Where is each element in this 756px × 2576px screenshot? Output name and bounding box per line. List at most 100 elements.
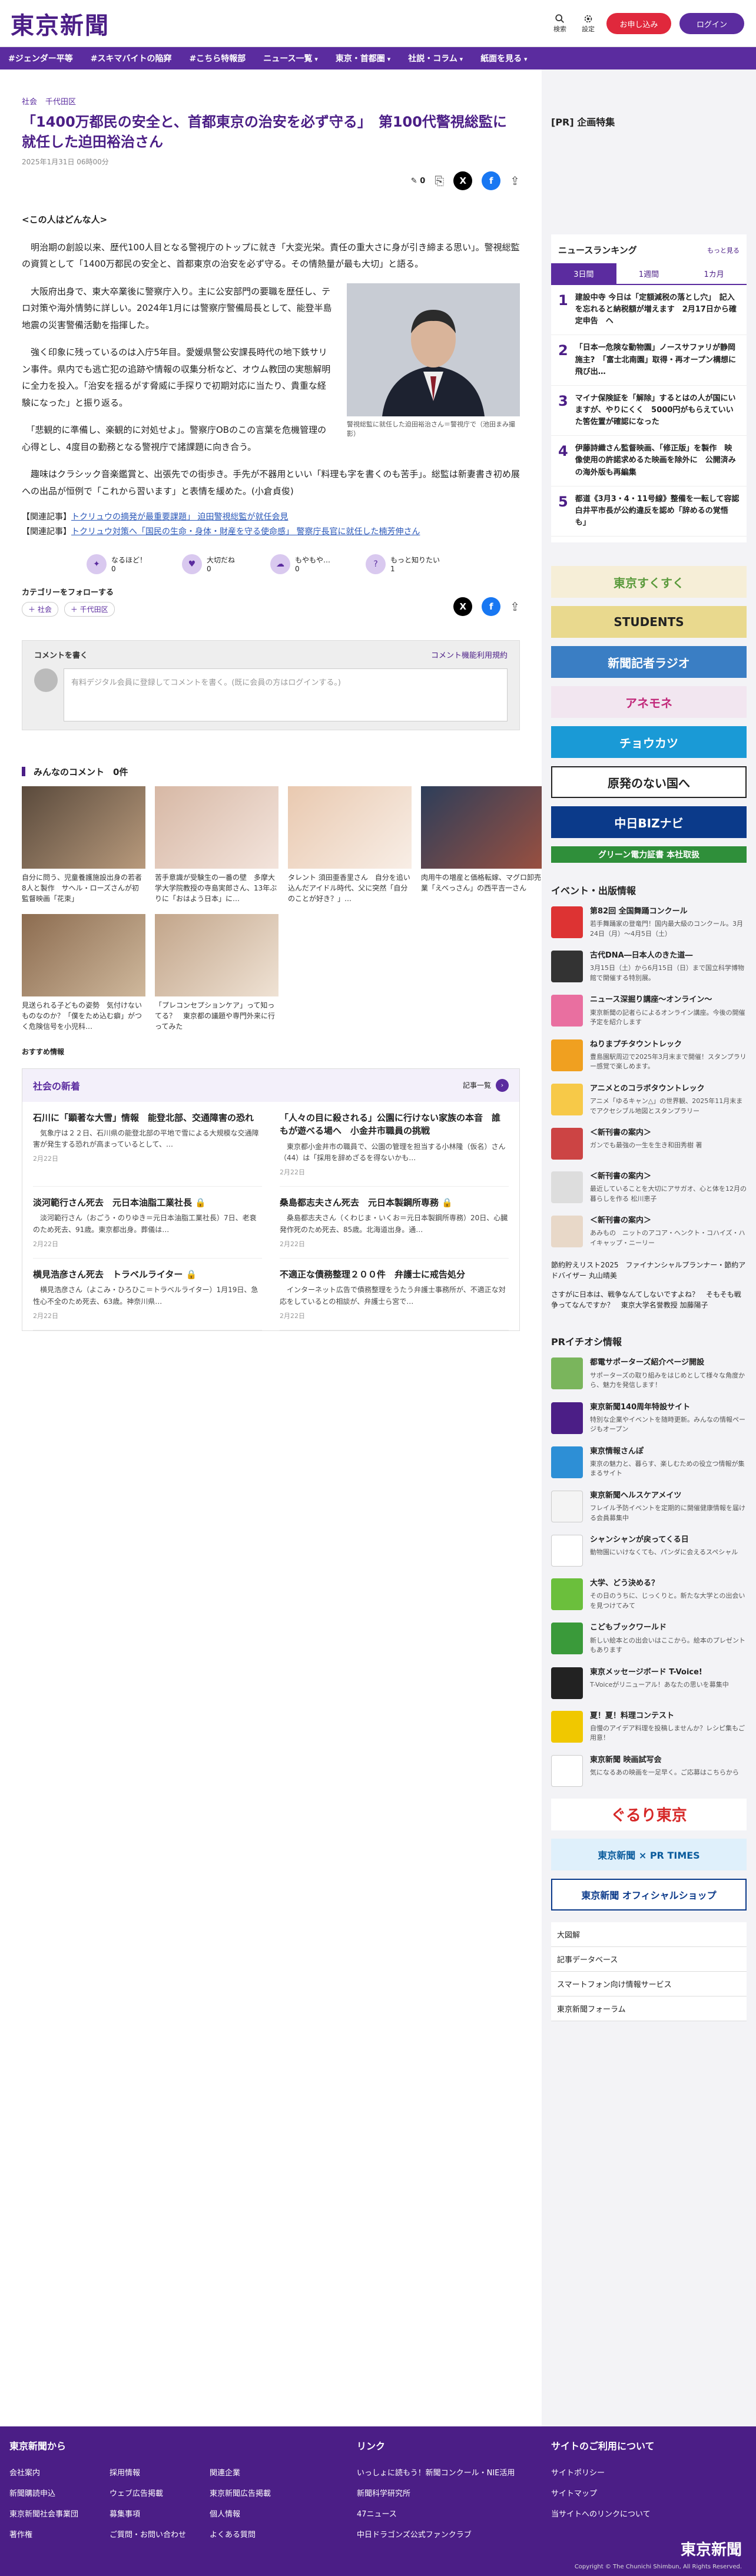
news-item[interactable]: 石川に「顕著な大雪」情報 能登北部、交通障害の恐れ 気象庁は２２日、石川県の能登… (33, 1102, 262, 1187)
pr-item[interactable]: シャンシャンが戻ってくる日 動物園にいけなくても、パンダに会えるスペシャル (551, 1535, 747, 1567)
share-icon[interactable]: ⇪ (510, 600, 520, 614)
grid-card[interactable]: 苦手意識が受験生の一番の壁 多摩大学大学院教授の寺島実郎さん、13年ぶりに「おは… (155, 786, 278, 905)
nav-item-tokyo[interactable]: 東京・首都圏 (336, 52, 390, 64)
reaction-taisetsu[interactable]: ♥ 大切だね 0 (182, 554, 235, 574)
reaction-moyamoya[interactable]: ☁ もやもや… 0 (270, 554, 330, 574)
nav-item-gender[interactable]: #ジェンダー平等 (8, 52, 73, 64)
pr-item[interactable]: 東京新聞ヘルスケアメイツ フレイル予防イベントを定期的に開催健康情報を届ける会員募… (551, 1490, 747, 1523)
news-item[interactable]: 桑島都志夫さん死去 元日本製鋼所専務 🔒 桑島都志夫さん（くわじま・いくお＝元日… (280, 1187, 509, 1259)
share-icon[interactable]: ⇪ (510, 174, 520, 188)
footer-link[interactable]: ウェブ広告掲載 (110, 2487, 210, 2498)
sidebar-link[interactable]: 東京新聞フォーラム (551, 1996, 747, 2021)
pr-item[interactable]: 東京情報さんぽ 東京の魅力と、暮らす、楽しむための役立つ情報が集まるサイト (551, 1446, 747, 1479)
event-item[interactable]: アニメとのコラボタウントレック アニメ「ゆるキャン△」の世界観、2025年11月末… (551, 1083, 747, 1116)
grid-card[interactable]: 「プレコンセプションケア」って知ってる？ 東京都の議題や専門外来に行ってみた (155, 913, 278, 1032)
facebook-share-icon[interactable]: f (482, 597, 501, 617)
footer-link[interactable]: サイトポリシー (551, 2466, 740, 2478)
footer-link[interactable]: 東京新聞広告掲載 (210, 2487, 310, 2498)
news-item[interactable]: 「人々の目に殺される」公園に行けない家族の本音 誰もが遊べる場へ 小金井市職員の… (280, 1102, 509, 1187)
event-item[interactable]: ＜新刊書の案内＞ あみもの ニットのアコア・ヘンクト・コハイズ・ハイキャップ・ニー… (551, 1216, 747, 1248)
footer-link[interactable]: 会社案内 (9, 2466, 110, 2478)
book-link[interactable]: 節約貯えリスト2025 ファイナンシャルプランナー・節約アドバイザー 丸山晴美 (551, 1260, 747, 1281)
news-item[interactable]: 不適正な債務整理２００件 弁護士に戒告処分 インターネット広告で債務整理をうたう… (280, 1259, 509, 1330)
pr-item[interactable]: こどもブックワールド 新しい絵本との出会いはここから。絵本のプレゼントもあります (551, 1623, 747, 1655)
footer-link[interactable]: サイトマップ (551, 2487, 740, 2498)
ad-banner[interactable]: グリーン電力証書 本社取扱 (551, 846, 747, 863)
ad-banner[interactable]: STUDENTS (551, 606, 747, 638)
footer-link[interactable]: 新聞科学研究所 (357, 2487, 545, 2498)
sidebar-link[interactable]: 大図解 (551, 1922, 747, 1947)
search-button[interactable]: 検索 (550, 14, 570, 34)
nav-item-tokuhou[interactable]: #こちら特報部 (189, 52, 246, 64)
nav-item-editorial[interactable]: 社説・コラム (408, 52, 463, 64)
footer-logo[interactable]: 東京新聞 (681, 2538, 742, 2560)
crumb-society[interactable]: 社会 (22, 95, 37, 107)
ranking-item[interactable]: 1 建設中寺 今日は「定額減税の落とし穴」 記入を忘れると納税額が増えます 2月1… (551, 285, 747, 336)
footer-link[interactable]: 新聞購読申込 (9, 2487, 110, 2498)
ranking-item[interactable]: 3 マイナ保険証を「解除」するとはの人が国にいますが、やりにくく 5000円がもら… (551, 386, 747, 436)
ranking-tab-1month[interactable]: 1カ月 (681, 263, 747, 284)
event-item[interactable]: ＜新刊書の案内＞ ガンでも最強の一生を生き和田秀樹 著 (551, 1128, 747, 1160)
footer-link[interactable]: 関連企業 (210, 2466, 310, 2478)
subscribe-button[interactable]: お申し込み (606, 13, 671, 34)
comment-rules-link[interactable]: コメント機能利用規約 (431, 649, 508, 660)
ad-banner[interactable]: 原発のない国へ (551, 766, 747, 799)
reaction-motto[interactable]: ? もっと知りたい 1 (366, 554, 440, 574)
banner-pr-times[interactable]: 東京新聞 × PR TIMES (551, 1838, 747, 1870)
sidebar-link[interactable]: スマートフォン向け情報サービス (551, 1971, 747, 1996)
footer-link[interactable]: 47ニュース (357, 2508, 545, 2519)
clip-icon[interactable]: ⎘ (435, 174, 444, 188)
pr-item[interactable]: 東京新聞140周年特設サイト 特別な企業やイベントを随時更新。みんなの情報ページも… (551, 1402, 747, 1435)
x-share-icon[interactable]: X (453, 171, 473, 191)
grid-card[interactable]: 自分に問う、児童養護施設出身の若者8人と製作 サヘル・ローズさんが初監督映画「花… (22, 786, 145, 905)
footer-link[interactable]: 個人情報 (210, 2508, 310, 2519)
comment-input[interactable]: 有料デジタル会員に登録してコメントを書く。(既に会員の方はログインする。) (64, 668, 508, 721)
facebook-share-icon[interactable]: f (482, 171, 501, 191)
event-item[interactable]: 第82回 全国舞踊コンクール 若手舞踊家の登竜門！国内最大級のコンクール。3月24… (551, 906, 747, 939)
tag-chiyoda[interactable]: ＋ 千代田区 (64, 601, 115, 617)
footer-link[interactable]: 著作権 (9, 2528, 110, 2539)
settings-button[interactable]: 設定 (578, 14, 598, 34)
ranking-item[interactable]: 5 都道《3月3・4・11号線》整備を一転して容認 白井平市長が公約違反を認め「辞… (551, 486, 747, 537)
footer-link[interactable]: よくある質問 (210, 2528, 310, 2539)
ranking-more-link[interactable]: もっと見る (707, 246, 740, 255)
event-item[interactable]: 古代DNA―日本人のきた道― 3月15日（土）から6月15日（日）まで国立科学博物… (551, 951, 747, 983)
nav-item-paper[interactable]: 紙面を見る (480, 52, 527, 64)
ranking-tab-1week[interactable]: 1週間 (616, 263, 682, 284)
banner-official-shop[interactable]: 東京新聞 オフィシャルショップ (551, 1878, 747, 1911)
news-item[interactable]: 横見浩彦さん死去 トラベルライター 🔒 横見浩彦さん（よこみ・ひろひこ＝トラベル… (33, 1259, 262, 1330)
nav-item-news-list[interactable]: ニュース一覧 (263, 52, 318, 64)
tag-society[interactable]: ＋ 社会 (22, 601, 58, 617)
site-logo[interactable]: 東京新聞 (11, 6, 110, 41)
footer-link[interactable]: 東京新聞社会事業団 (9, 2508, 110, 2519)
footer-link[interactable]: 採用情報 (110, 2466, 210, 2478)
book-link[interactable]: さすがに日本は、戦争なんてしないですよね？ そもそも戦争ってなんですか？ 東京大… (551, 1289, 747, 1310)
footer-link[interactable]: 中日ドラゴンズ公式ファンクラブ (357, 2528, 545, 2539)
news-item[interactable]: 淡河範行さん死去 元日本油脂工業社長 🔒 淡河範行さん（おごう・のりゆき＝元日本… (33, 1187, 262, 1259)
footer-link[interactable]: ご質問・お問い合わせ (110, 2528, 210, 2539)
login-button[interactable]: ログイン (679, 13, 744, 34)
x-share-icon[interactable]: X (453, 597, 473, 617)
grid-card[interactable]: 肉用牛の増産と価格転嫁、マグロ卸売業「えべっさん」の西平吉一さん (421, 786, 545, 905)
crumb-chiyoda[interactable]: 千代田区 (45, 95, 76, 107)
ad-banner[interactable]: 東京すくすく (551, 566, 747, 598)
society-more-link[interactable]: 記事一覧 › (463, 1078, 509, 1092)
grid-card[interactable]: タレント 須田亜香里さん 自分を追い込んだアイドル時代、父に突然「自分のことが好… (288, 786, 412, 905)
related-link[interactable]: トクリュウ対策へ「国民の生命・身体・財産を守る使命感」 警察庁長官に就任した楠芳… (71, 527, 420, 537)
reaction-naruhodo[interactable]: ✦ なるほど！ 0 (87, 554, 147, 574)
footer-link[interactable]: いっしょに読もう！新聞コンクール・NIE活用 (357, 2466, 545, 2478)
pr-item[interactable]: 夏！夏！料理コンテスト 自慢のアイデア料理を投稿しませんか？レシピ集もご用意！ (551, 1710, 747, 1743)
comment-count[interactable]: ✎ 0 (411, 177, 425, 186)
pr-item[interactable]: 大学、どう決める？ その日のうちに、じっくりと。新たな大学との出会いを見つけてみて (551, 1578, 747, 1611)
article-photo[interactable] (347, 283, 520, 416)
pr-item[interactable]: 東京新聞 映画試写会 気になるあの映画を一足早く。ご応募はこちらから (551, 1754, 747, 1787)
ranking-tab-3days[interactable]: 3日間 (551, 263, 616, 284)
pr-item[interactable]: 都電サポーターズ紹介ページ開設 サポーターズの取り組みをはじめとして様々な角度から… (551, 1357, 747, 1390)
grid-card[interactable]: 見送られる子どもの姿勢 気付けないものなのか？「僕をため込む癖」がつく危険信号を… (22, 913, 145, 1032)
ad-banner[interactable]: 新聞記者ラジオ (551, 646, 747, 678)
event-item[interactable]: ねりまプチタウントレック 豊島園駅周辺で2025年3月末まで開催！スタンプラリー感… (551, 1039, 747, 1072)
ad-banner[interactable]: アネモネ (551, 686, 747, 719)
sidebar-link[interactable]: 記事データベース (551, 1946, 747, 1972)
event-item[interactable]: ニュース深掘り講座〜オンライン〜 東京新聞の記者らによるオンライン講座。今後の開催… (551, 995, 747, 1027)
ranking-item[interactable]: 4 伊藤詩織さん監督映画、「修正版」を製作 映像使用の許諾求めるた映画を除外に 公… (551, 436, 747, 486)
